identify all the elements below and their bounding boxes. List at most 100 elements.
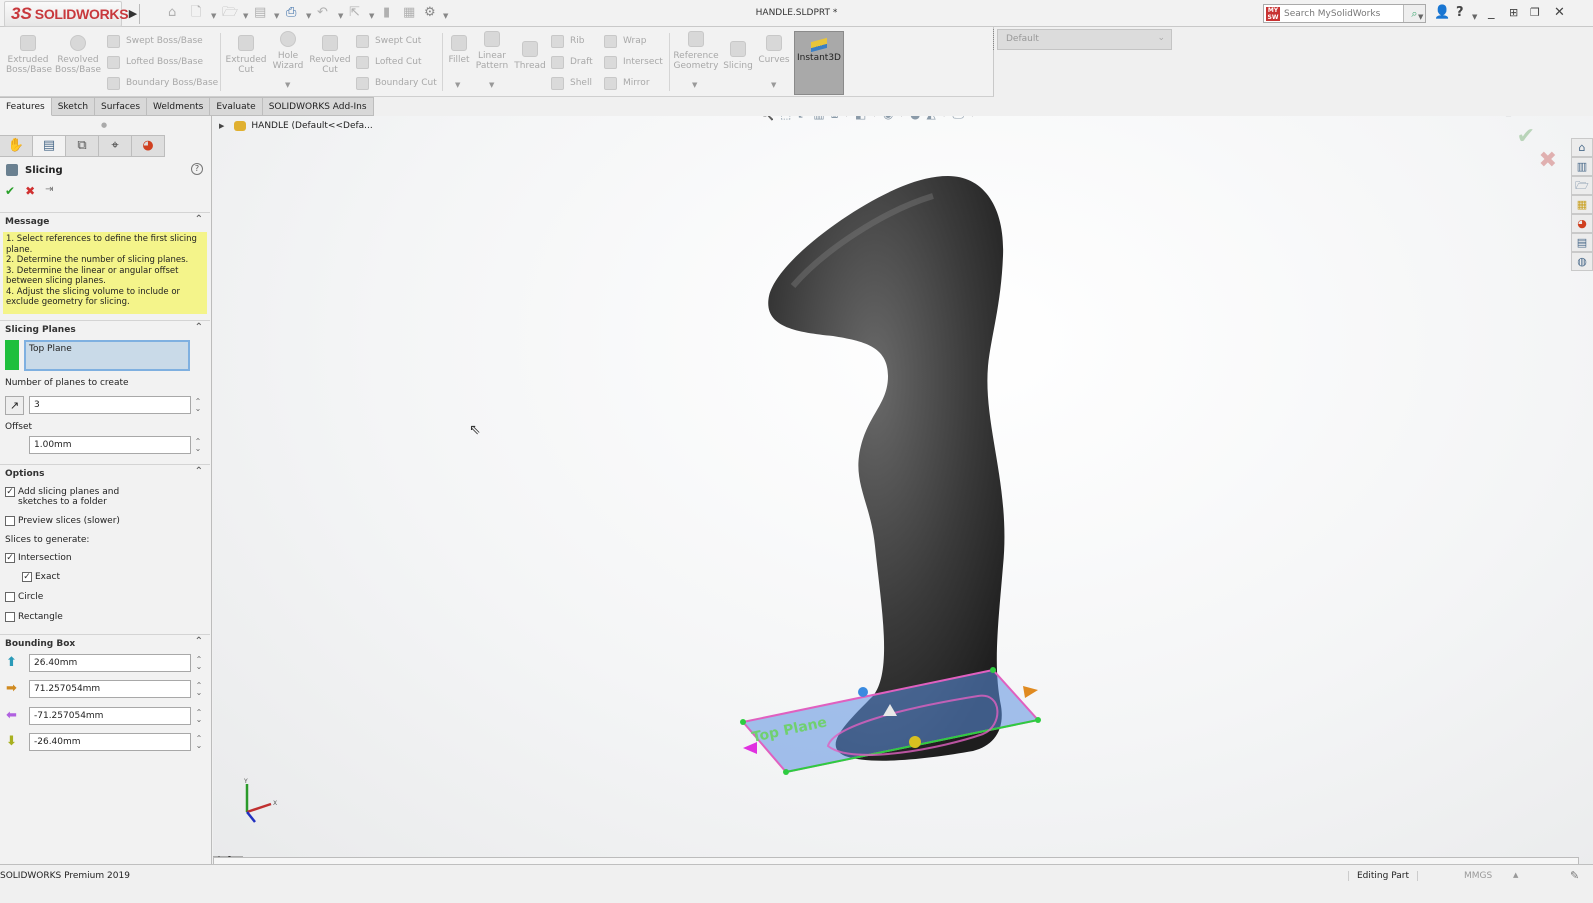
confirmation-cancel-icon[interactable]: ✖: [1539, 148, 1557, 173]
units-menu-arrow-icon[interactable]: ▲: [1513, 871, 1518, 879]
configurationmanager-icon[interactable]: ⧉: [66, 135, 99, 157]
offset-spinner[interactable]: ⌃ ⌄: [194, 438, 202, 453]
slicing-plane-selection[interactable]: Top Plane: [24, 340, 190, 371]
offset-arrow-right[interactable]: [1023, 686, 1038, 698]
plane-handle[interactable]: [909, 736, 921, 748]
thread-button[interactable]: Thread: [513, 37, 547, 71]
boundary-cut-button[interactable]: Boundary Cut: [356, 75, 437, 91]
view-settings-icon[interactable]: 🖵: [952, 116, 964, 122]
add-to-folder-checkbox[interactable]: ✓ Add slicing planes and sketches to a fo…: [5, 487, 119, 507]
dropdown-icon[interactable]: ▼: [844, 116, 849, 118]
dimxpert-icon[interactable]: ⌖: [99, 135, 132, 157]
draft-button[interactable]: Draft: [551, 54, 593, 70]
wrap-button[interactable]: Wrap: [604, 33, 646, 49]
tile-right-icon[interactable]: ◨: [1484, 116, 1493, 117]
lofted-cut-button[interactable]: Lofted Cut: [356, 54, 422, 70]
exact-checkbox[interactable]: ✓ Exact: [22, 572, 60, 582]
number-of-planes-spinner[interactable]: ⌃ ⌄: [194, 398, 202, 413]
display-manager-icon[interactable]: ◕: [132, 135, 165, 157]
reverse-direction-icon[interactable]: ↗: [5, 396, 24, 415]
view-orientation-icon[interactable]: ⧈: [831, 116, 839, 122]
offset-arrow-left[interactable]: [743, 742, 757, 754]
collapse-icon[interactable]: ⌃: [195, 466, 203, 477]
mirror-button[interactable]: Mirror: [604, 75, 650, 91]
reference-geometry-dropdown-icon[interactable]: ▼: [692, 81, 697, 89]
viewport-minimize-icon[interactable]: _: [1506, 116, 1511, 117]
graphics-area[interactable]: ▶ HANDLE (Default<<Defa... 🔍 ⬚ ↙ ▥ ⧈ ▼ ◧ ▼…: [213, 116, 1593, 864]
confirmation-ok-icon[interactable]: ✔: [1517, 124, 1535, 149]
intersect-button[interactable]: Intersect: [604, 54, 663, 70]
linear-pattern-button[interactable]: Linear Pattern: [474, 27, 510, 71]
unit-system[interactable]: MMGS: [1464, 871, 1492, 881]
search-dropdown-icon[interactable]: ▼: [1418, 9, 1423, 25]
bounding-box-top-spinner[interactable]: ⌃ ⌄: [195, 656, 203, 671]
close-icon[interactable]: ✕: [1554, 5, 1565, 21]
fit-window-icon[interactable]: ⊞: [1509, 5, 1518, 21]
expand-arrow-icon[interactable]: ▶: [219, 122, 224, 130]
viewport-close-icon[interactable]: ✕: [1548, 116, 1556, 117]
hole-wizard-button[interactable]: Hole Wizard: [268, 27, 308, 71]
linear-pattern-dropdown-icon[interactable]: ▼: [489, 81, 494, 89]
bounding-box-bottom-input[interactable]: -26.40mm: [29, 733, 191, 751]
tab-evaluate[interactable]: Evaluate: [210, 97, 263, 116]
plane-handle[interactable]: [990, 667, 996, 673]
user-account-icon[interactable]: 👤: [1434, 5, 1450, 21]
fillet-button[interactable]: Fillet: [446, 31, 472, 65]
display-style-icon[interactable]: ◧: [855, 116, 866, 121]
ok-button[interactable]: ✔: [5, 184, 15, 198]
dropdown-icon[interactable]: ▼: [872, 116, 877, 118]
circle-checkbox[interactable]: Circle: [5, 592, 43, 602]
bounding-box-bottom-spinner[interactable]: ⌃ ⌄: [195, 735, 203, 750]
toolbar-grip[interactable]: [993, 29, 996, 50]
swept-cut-button[interactable]: Swept Cut: [356, 33, 421, 49]
custom-properties-icon[interactable]: ▤: [1571, 233, 1593, 252]
search-mysolidworks[interactable]: MY SW Search MySolidWorks ⌕: [1263, 4, 1426, 23]
configuration-dropdown[interactable]: Default ⌄: [997, 29, 1172, 50]
plane-handle[interactable]: [858, 687, 868, 697]
tab-surfaces[interactable]: Surfaces: [95, 97, 148, 116]
featuremanager-icon[interactable]: ✋: [0, 135, 33, 157]
offset-input[interactable]: 1.00mm: [29, 436, 191, 454]
bounding-box-top-input[interactable]: 26.40mm: [29, 654, 191, 672]
edit-appearance-icon[interactable]: ●: [910, 116, 920, 121]
curves-button[interactable]: Curves: [758, 31, 790, 65]
solidworks-forum-icon[interactable]: ◍: [1571, 252, 1593, 271]
reference-geometry-button[interactable]: Reference Geometry: [673, 27, 719, 71]
previous-view-icon[interactable]: ↙: [797, 116, 807, 121]
design-library-icon[interactable]: ▥: [1571, 157, 1593, 176]
zoom-to-area-icon[interactable]: ⬚: [780, 116, 791, 121]
viewport-restore-icon[interactable]: ❐: [1526, 116, 1535, 117]
hole-wizard-dropdown-icon[interactable]: ▼: [285, 81, 290, 89]
slicing-planes-section-header[interactable]: Slicing Planes ⌃: [0, 320, 210, 336]
instant3d-toggle[interactable]: Instant3D: [794, 31, 844, 95]
bounding-box-right-spinner[interactable]: ⌃ ⌄: [195, 682, 203, 697]
number-of-planes-input[interactable]: 3: [29, 396, 191, 414]
revolved-boss-base-button[interactable]: Revolved Boss/Base: [55, 31, 101, 75]
help-icon[interactable]: ?: [1456, 5, 1464, 21]
tab-weldments[interactable]: Weldments: [147, 97, 211, 116]
rib-button[interactable]: Rib: [551, 33, 584, 49]
cancel-button[interactable]: ✖: [25, 184, 35, 198]
tab-sketch[interactable]: Sketch: [51, 97, 96, 116]
help-icon[interactable]: ?: [191, 163, 203, 175]
dropdown-icon[interactable]: ▼: [899, 116, 904, 118]
bounding-box-left-spinner[interactable]: ⌃ ⌄: [195, 709, 203, 724]
feature-tree-root[interactable]: ▶ HANDLE (Default<<Defa...: [219, 121, 373, 131]
view-palette-icon[interactable]: ▦: [1571, 195, 1593, 214]
plane-handle[interactable]: [740, 719, 746, 725]
dropdown-icon[interactable]: ▼: [942, 116, 947, 118]
dropdown-icon[interactable]: ▼: [970, 116, 975, 118]
solidworks-resources-icon[interactable]: ⌂: [1571, 138, 1593, 157]
options-section-header[interactable]: Options ⌃: [0, 464, 210, 480]
tab-solidworks-add-ins[interactable]: SOLIDWORKS Add-Ins: [262, 97, 374, 116]
apply-scene-icon[interactable]: ◭: [927, 116, 936, 121]
boundary-boss-base-button[interactable]: Boundary Boss/Base: [107, 75, 218, 91]
revolved-cut-button[interactable]: Revolved Cut: [308, 31, 352, 75]
collapse-icon[interactable]: ⌃: [195, 214, 203, 225]
minimize-icon[interactable]: _: [1488, 5, 1495, 21]
hide-show-items-icon[interactable]: ◉: [883, 116, 893, 121]
shell-button[interactable]: Shell: [551, 75, 592, 91]
slicing-button[interactable]: Slicing: [722, 37, 754, 71]
curves-dropdown-icon[interactable]: ▼: [771, 81, 776, 89]
extruded-boss-base-button[interactable]: Extruded Boss/Base: [6, 31, 52, 75]
